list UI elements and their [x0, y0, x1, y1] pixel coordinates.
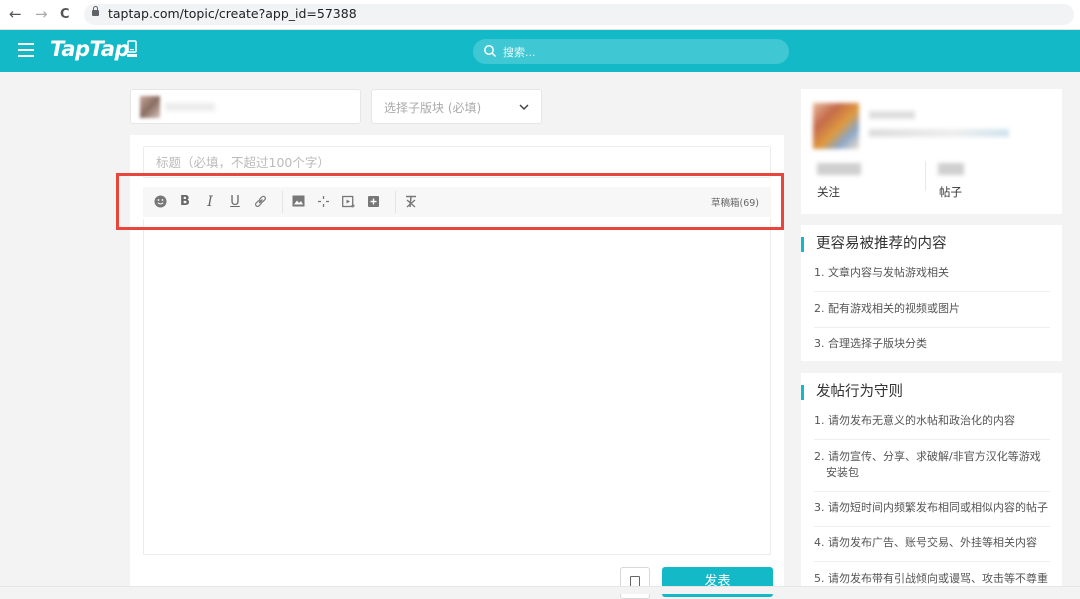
mobile-preview-button[interactable] [620, 567, 650, 599]
board-selector[interactable] [130, 89, 361, 124]
rules-card: 发帖行为守则 1. 请勿发布无意义的水帖和政治化的内容 2. 请勿宣传、分享、求… [801, 373, 1062, 593]
chevron-down-icon [519, 100, 529, 114]
rule-item: 3. 请勿短时间内频繁发布相同或相似内容的帖子 [814, 500, 1050, 527]
app-download-icon[interactable] [126, 40, 138, 58]
stat-follow-label[interactable]: 关注 [817, 184, 840, 200]
board-name-blurred [165, 103, 215, 111]
annotation-highlight-box [116, 173, 784, 230]
rule-item-line: 安装包 [826, 466, 859, 479]
recommend-item: 2. 配有游戏相关的视频或图片 [814, 301, 1050, 328]
content-editor[interactable] [143, 219, 771, 555]
sub-board-select[interactable]: 选择子版块 (必填) [371, 89, 542, 124]
board-avatar [140, 96, 160, 118]
lock-icon [92, 6, 99, 16]
stat-divider [925, 161, 926, 191]
posts-count-blurred [938, 163, 964, 175]
reload-icon[interactable]: C [60, 6, 70, 24]
browser-address-bar: ← → C taptap.com/topic/create?app_id=573… [0, 0, 1080, 30]
recommend-card: 更容易被推荐的内容 1. 文章内容与发帖游戏相关 2. 配有游戏相关的视频或图片… [801, 225, 1062, 361]
site-header: TapTap [0, 30, 1080, 72]
recommend-item: 1. 文章内容与发帖游戏相关 [814, 265, 1050, 292]
url-text: taptap.com/topic/create?app_id=57388 [108, 6, 357, 21]
search-input[interactable] [501, 39, 775, 66]
url-field[interactable]: taptap.com/topic/create?app_id=57388 [84, 4, 1074, 25]
back-arrow-icon[interactable]: ← [9, 5, 22, 23]
rule-item: 2. 请勿宣传、分享、求破解/非官方汉化等游戏 安装包 [814, 449, 1050, 492]
recommend-item: 3. 合理选择子版块分类 [814, 337, 927, 350]
stat-posts-label[interactable]: 帖子 [939, 184, 962, 200]
avatar[interactable] [813, 103, 859, 149]
search-icon [484, 45, 497, 58]
rules-title: 发帖行为守则 [801, 385, 903, 400]
recommend-title: 更容易被推荐的内容 [801, 237, 947, 252]
forward-arrow-icon[interactable]: → [35, 5, 48, 23]
profile-card: 关注 帖子 [801, 89, 1062, 214]
menu-icon[interactable] [18, 43, 34, 61]
rule-item: 1. 请勿发布无意义的水帖和政治化的内容 [814, 413, 1050, 440]
follow-count-blurred [817, 163, 861, 175]
profile-bio-blurred [869, 129, 1009, 137]
rule-item: 4. 请勿发布广告、账号交易、外挂等相关内容 [814, 535, 1050, 562]
search-box[interactable] [473, 39, 789, 66]
sub-board-placeholder: 选择子版块 (必填) [384, 101, 482, 115]
profile-name-blurred [869, 111, 915, 119]
rule-item-line: 2. 请勿宣传、分享、求破解/非官方汉化等游戏 [814, 450, 1041, 463]
taptap-logo[interactable]: TapTap [50, 37, 130, 61]
